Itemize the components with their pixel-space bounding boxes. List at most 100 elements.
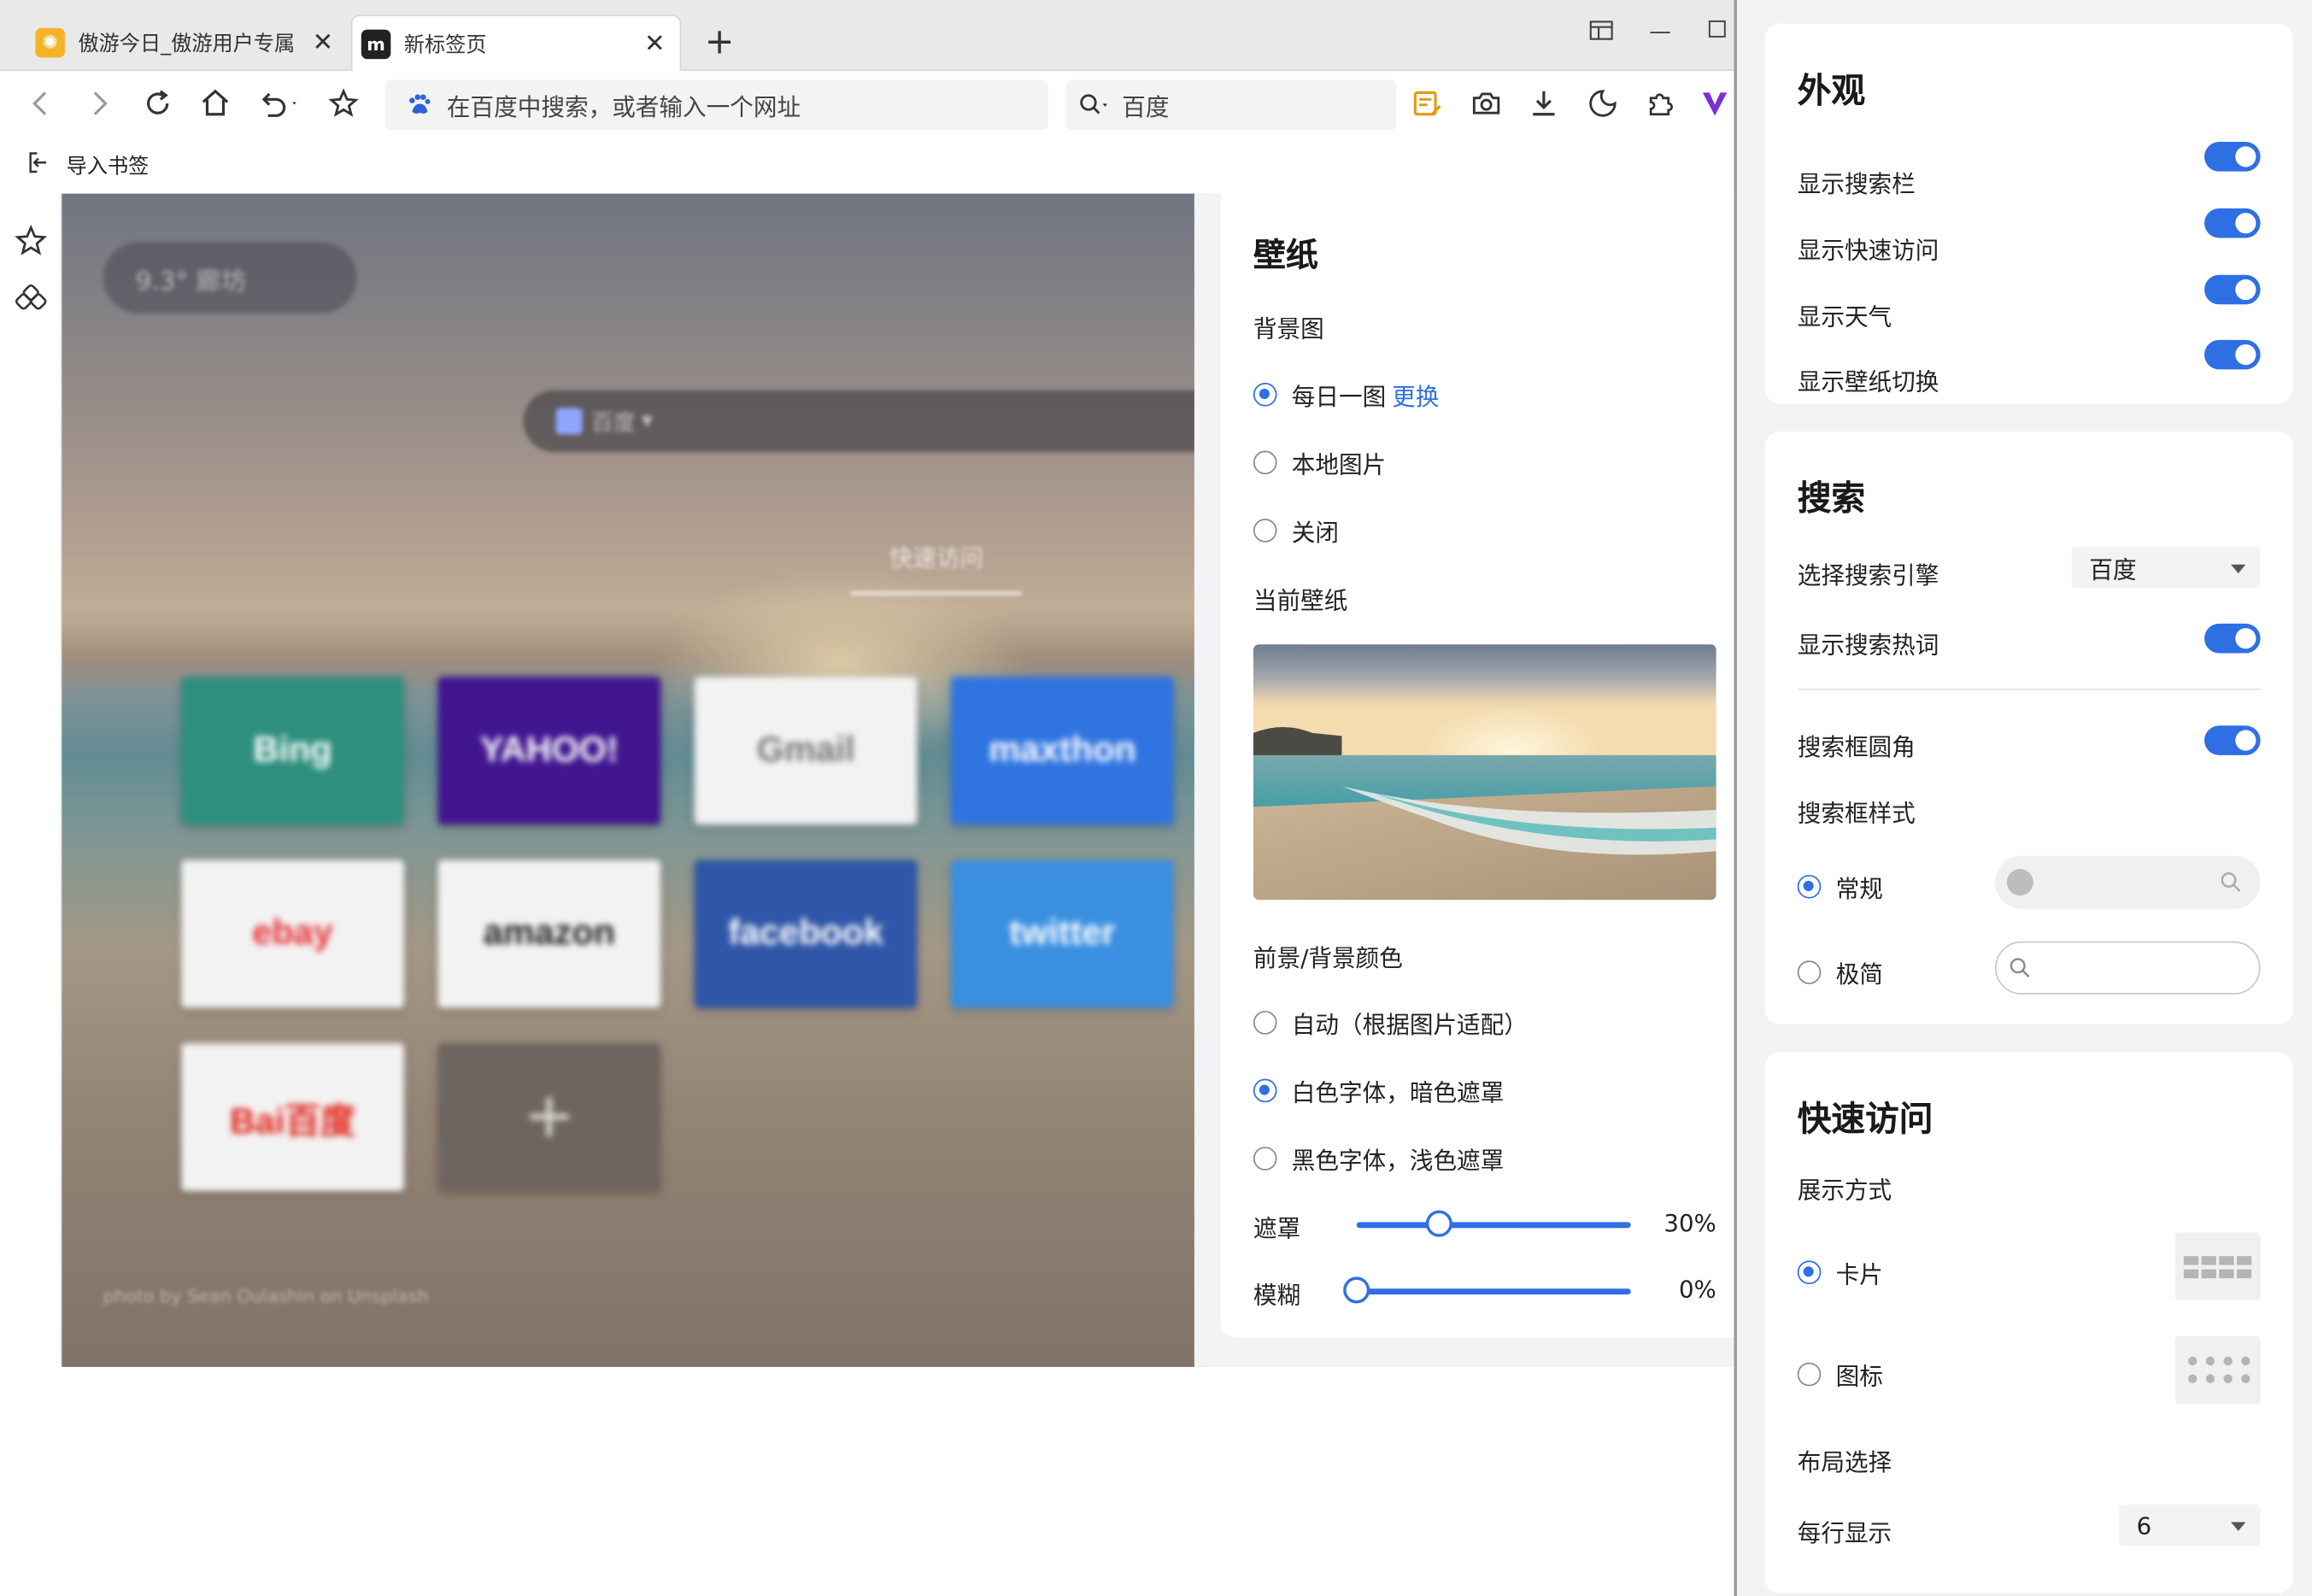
mask-slider-row: 遮罩 30% <box>1253 1206 1716 1243</box>
blur-slider-handle[interactable] <box>1343 1276 1370 1304</box>
quick-access-tile[interactable]: maxthon <box>951 677 1174 825</box>
current-wallpaper-thumbnail[interactable] <box>1253 644 1716 901</box>
bg-option-daily[interactable]: 每日一图 更换 <box>1253 377 1439 413</box>
mask-slider-track[interactable] <box>1356 1222 1631 1229</box>
normal-style-preview[interactable] <box>1994 855 2261 909</box>
quick-access-tile[interactable]: twitter <box>951 860 1174 1008</box>
radio-unselected[interactable] <box>1797 1362 1822 1387</box>
radio-selected[interactable] <box>1253 1078 1277 1103</box>
per-row-select[interactable]: 6 <box>2118 1504 2261 1546</box>
rounded-corner-toggle[interactable] <box>2204 725 2261 755</box>
tab-title: 傲游今日_傲游用户专属 <box>78 32 296 56</box>
bg-option-off[interactable]: 关闭 <box>1253 513 1339 549</box>
notes-icon[interactable] <box>1408 85 1446 123</box>
newtab-search-bar[interactable]: 百度 ▼ <box>523 390 1202 453</box>
import-icon <box>26 150 53 177</box>
quick-access-tile[interactable]: ebay <box>181 860 404 1008</box>
show-wallpaper-switch-toggle[interactable] <box>2204 339 2261 370</box>
display-option-card[interactable]: 卡片 <box>1797 1254 1883 1290</box>
show-weather-toggle[interactable] <box>2204 274 2261 305</box>
quick-access-tile[interactable]: Gmail <box>694 677 918 825</box>
browser-window: ✺ 傲游今日_傲游用户专属 ✕ m 新标签页 ✕ + — 在百度中搜索，或者输入… <box>0 0 1737 1596</box>
bg-option-local[interactable]: 本地图片 <box>1253 445 1386 481</box>
favorites-star-icon[interactable] <box>14 223 49 259</box>
blur-slider-track[interactable] <box>1356 1288 1631 1295</box>
radio-unselected[interactable] <box>1253 450 1277 475</box>
icon-layout-icon[interactable] <box>2174 1335 2261 1405</box>
color-option-black[interactable]: 黑色字体，浅色遮罩 <box>1253 1141 1504 1176</box>
card-layout-icon[interactable] <box>2174 1232 2261 1301</box>
radio-selected[interactable] <box>1797 1260 1822 1285</box>
close-icon[interactable]: ✕ <box>307 28 339 58</box>
style-option-normal[interactable]: 常规 <box>1797 869 1883 905</box>
simple-style-preview[interactable] <box>1994 941 2261 995</box>
tab-new-tab[interactable]: m 新标签页 ✕ <box>350 15 682 72</box>
maximize-icon[interactable] <box>1703 18 1733 48</box>
radio-unselected[interactable] <box>1253 519 1277 543</box>
search-engine-select[interactable]: 百度 <box>2071 546 2261 589</box>
color-option-auto[interactable]: 自动（根据图片适配） <box>1253 1005 1528 1041</box>
import-bookmarks-link[interactable]: 导入书签 <box>67 150 150 180</box>
option-label: 每日一图 <box>1291 382 1387 411</box>
quick-access-title: 快速访问 <box>1797 1100 1934 1140</box>
change-wallpaper-link[interactable]: 更换 <box>1392 377 1439 413</box>
per-row-value: 6 <box>2136 1511 2152 1540</box>
radio-selected[interactable] <box>1253 382 1277 407</box>
mask-slider-handle[interactable] <box>1425 1210 1452 1237</box>
search-icon <box>1078 87 1113 123</box>
search-box[interactable]: 百度 <box>1065 79 1397 131</box>
toggle-label: 显示壁纸切换 <box>1797 367 1939 396</box>
tile-windows-icon[interactable] <box>1587 18 1617 48</box>
search-title: 搜索 <box>1797 480 1866 519</box>
quick-access-tile[interactable]: Bai百度 <box>181 1043 404 1192</box>
search-icon <box>2221 872 2241 892</box>
option-label: 自动（根据图片适配） <box>1291 1011 1528 1039</box>
night-mode-icon[interactable] <box>1583 85 1622 123</box>
search-card: 搜索 选择搜索引擎 百度 显示搜索热词 搜索框圆角 搜索框样式 常规 极简 <box>1764 431 2293 1024</box>
hotwords-toggle[interactable] <box>2204 623 2261 654</box>
extensions-puzzle-icon[interactable] <box>1641 85 1680 123</box>
back-icon[interactable] <box>22 85 61 123</box>
show-quick-access-toggle[interactable] <box>2204 208 2261 238</box>
apps-clover-icon[interactable] <box>14 282 49 318</box>
quick-access-tile[interactable]: facebook <box>694 860 918 1008</box>
download-icon[interactable] <box>1524 85 1563 123</box>
radio-selected[interactable] <box>1797 874 1822 899</box>
blur-label: 模糊 <box>1253 1281 1301 1310</box>
mask-value: 30% <box>1664 1208 1716 1237</box>
show-search-toggle[interactable] <box>2204 142 2261 172</box>
display-option-icon[interactable]: 图标 <box>1797 1357 1883 1393</box>
color-option-white[interactable]: 白色字体，暗色遮罩 <box>1253 1073 1504 1109</box>
tile-label: amazon <box>483 912 615 953</box>
sun-icon: ✺ <box>35 27 65 58</box>
tab-maxthon-today[interactable]: ✺ 傲游今日_傲游用户专属 ✕ <box>26 15 348 71</box>
tile-label: twitter <box>1009 912 1116 953</box>
bookmark-bar: 导入书签 <box>0 138 1737 192</box>
quick-access-tab[interactable]: 快速访问 <box>850 538 1022 596</box>
undo-close-icon[interactable] <box>254 85 307 123</box>
address-bar[interactable]: 在百度中搜索，或者输入一个网址 <box>384 79 1049 131</box>
style-option-simple[interactable]: 极简 <box>1797 954 1883 990</box>
radio-unselected[interactable] <box>1253 1011 1277 1035</box>
color-label: 前景/背景颜色 <box>1253 944 1403 973</box>
radio-unselected[interactable] <box>1253 1147 1277 1171</box>
vip-v-icon[interactable] <box>1696 85 1734 123</box>
minimize-icon[interactable]: — <box>1646 18 1675 48</box>
background-label: 背景图 <box>1253 314 1324 343</box>
photo-credit[interactable]: photo by Sean Oulashin on Unsplash <box>103 1286 429 1306</box>
close-icon[interactable]: ✕ <box>638 29 671 59</box>
reload-icon[interactable] <box>138 85 177 123</box>
quick-access-tile[interactable]: Bing <box>181 677 404 825</box>
quick-access-tile[interactable]: YAHOO! <box>437 677 661 825</box>
forward-icon[interactable] <box>79 85 118 123</box>
home-icon[interactable] <box>197 85 235 123</box>
new-tab-plus-icon[interactable]: + <box>701 21 736 62</box>
sidebar-strip <box>0 193 62 1367</box>
layout-label: 布局选择 <box>1797 1448 1892 1476</box>
radio-unselected[interactable] <box>1797 960 1822 984</box>
favorite-star-icon[interactable] <box>325 85 363 123</box>
screenshot-camera-icon[interactable] <box>1467 85 1505 123</box>
quick-access-tile[interactable]: + <box>437 1043 661 1192</box>
quick-access-tile[interactable]: amazon <box>437 860 661 1008</box>
weather-widget[interactable]: 9.3° 廊坊 <box>103 242 357 314</box>
